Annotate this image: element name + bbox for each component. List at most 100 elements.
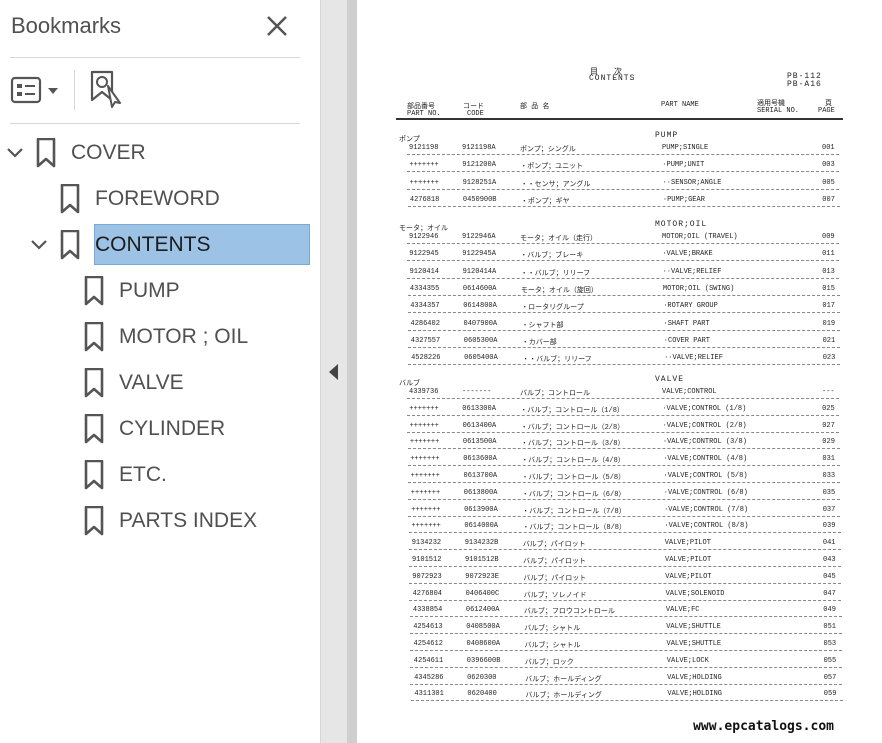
cell-part: 9120414 [409,267,439,276]
row-separator [408,364,841,366]
cell-name: ·VALVE;CONTROL (6/8) [663,488,748,497]
cell-code: 0620300 [467,673,497,682]
section-label-jp: モータ；オイル [399,225,448,233]
cell-page: 017 [822,302,835,311]
bookmark-item[interactable]: VALVE [0,363,318,403]
cell-code: 0396600B [466,656,501,665]
cell-code: 0450900B [462,195,497,204]
cell-part: +++++++ [409,161,439,170]
panel-divider [10,123,300,124]
cell-part: 9121198 [409,144,439,152]
col-header-serial: SERIAL NO. [757,107,800,115]
bookmark-item[interactable]: CONTENTS [0,224,318,265]
cell-name: ·VALVE;CONTROL (7/8) [664,505,749,514]
cell-part: 4276818 [409,195,440,204]
section-label-jp: ポンプ [399,136,420,144]
bookmark-label: ETC. [119,463,167,486]
cell-name: VALVE;SHUTTLE [666,640,722,648]
cell-page: 003 [822,161,835,170]
cell-page: 023 [822,354,836,363]
cell-code: 0612400A [465,606,500,615]
cell-name-jp: ・・センサ；アングル [520,180,591,189]
cell-code: 9122946A [462,233,496,241]
bookmark-item[interactable]: PUMP [0,271,318,311]
chevron-down-icon[interactable] [29,235,49,255]
row-separator [409,566,841,567]
cell-name-jp: ・バルブ；コントロール（5/8） [521,474,626,482]
cell-name-jp: ・バルブ；コントロール（1/8） [520,406,624,415]
cell-part: +++++++ [411,522,441,531]
cell-name-jp: バルブ；コントロール [520,390,590,398]
cell-page: 055 [823,656,837,665]
cell-name-jp: ・ポンプ；ユニット [520,163,584,172]
row-separator [407,260,840,262]
cell-part: 4254611 [413,656,444,665]
cell-name: VALVE;FC [665,606,700,615]
cell-name-jp: ・ロータリグループ [521,304,584,313]
section-label: PUMP [655,131,679,140]
cell-page: 031 [822,455,835,464]
cell-part: +++++++ [410,455,440,464]
row-separator [407,294,840,296]
cell-name: ·VALVE;CONTROL (8/8) [664,522,749,531]
cell-code: 0613500A [462,438,497,447]
row-separator [408,532,841,534]
bookmark-icon [84,459,104,490]
cell-name: ··VALVE;RELIEF [662,267,722,276]
row-separator [407,312,840,314]
options-icon[interactable] [10,74,62,106]
collapse-panel-icon[interactable] [327,362,341,382]
section-label: MOTOR;OIL [655,220,708,229]
cell-code: 0605300A [463,336,498,345]
cell-page: 009 [822,233,835,241]
cell-part: +++++++ [409,438,440,447]
cell-page: 041 [822,539,836,548]
row-separator [407,277,840,279]
cell-name: ··VALVE;RELIEF [664,354,723,363]
cell-code: 9120414A [462,267,497,276]
bookmark-item[interactable]: ETC. [0,455,318,495]
cell-page: 053 [823,640,837,648]
cell-name-jp: ・バルブ；コントロール（3/8） [520,440,625,449]
cell-name-jp: ・バルブ；コントロール（8/8） [522,524,626,533]
cell-part: 4334355 [409,284,440,293]
row-separator [408,482,840,483]
cell-page: 047 [823,589,836,598]
cell-name: ·PUMP;UNIT [662,161,705,170]
cell-name: VALVE;HOLDING [667,690,722,699]
cell-name: ··SENSOR;ANGLE [662,178,722,187]
bookmark-item[interactable]: PARTS INDEX [0,501,318,541]
cell-name-jp: バルブ；パイロット [523,574,587,583]
bookmark-label: PUMP [119,279,180,302]
bookmark-item[interactable]: MOTOR ; OIL [0,317,318,357]
bookmark-item[interactable]: COVER [0,133,318,173]
cell-code: 0613600A [463,455,497,464]
bookmark-icon [84,505,104,536]
col-header-partno: PART NO. [407,110,441,118]
cell-part: 4339736 [409,388,439,396]
row-separator [410,666,843,668]
cell-name: VALVE;CONTROL [662,388,717,396]
cell-code: 0614000A [464,522,498,531]
cell-page: 051 [823,623,836,632]
cell-name: ·COVER PART [663,336,711,345]
cell-part: 4254613 [413,623,443,632]
chevron-down-icon[interactable] [5,143,25,163]
cell-code: 9121198A [462,144,496,152]
bookmark-icon [84,367,104,398]
bookmark-item[interactable]: FOREWORD [0,179,318,219]
cell-part: +++++++ [409,421,439,430]
cell-page: 033 [822,472,836,480]
find-bookmark-icon[interactable] [88,70,124,108]
row-separator [407,465,840,467]
cell-page: 015 [822,284,835,293]
cell-name-jp: バルブ；ソレノイド [523,591,587,600]
cell-name: PUMP;SINGLE [662,144,709,152]
panel-title: Bookmarks [11,13,122,38]
bookmark-item[interactable]: CYLINDER [0,409,318,449]
cell-part: 9122945 [409,250,439,259]
cell-name: ·VALVE;CONTROL (3/8) [662,438,747,447]
cell-page: 049 [823,606,836,615]
cell-page: 029 [822,438,835,447]
close-icon[interactable] [263,12,291,40]
